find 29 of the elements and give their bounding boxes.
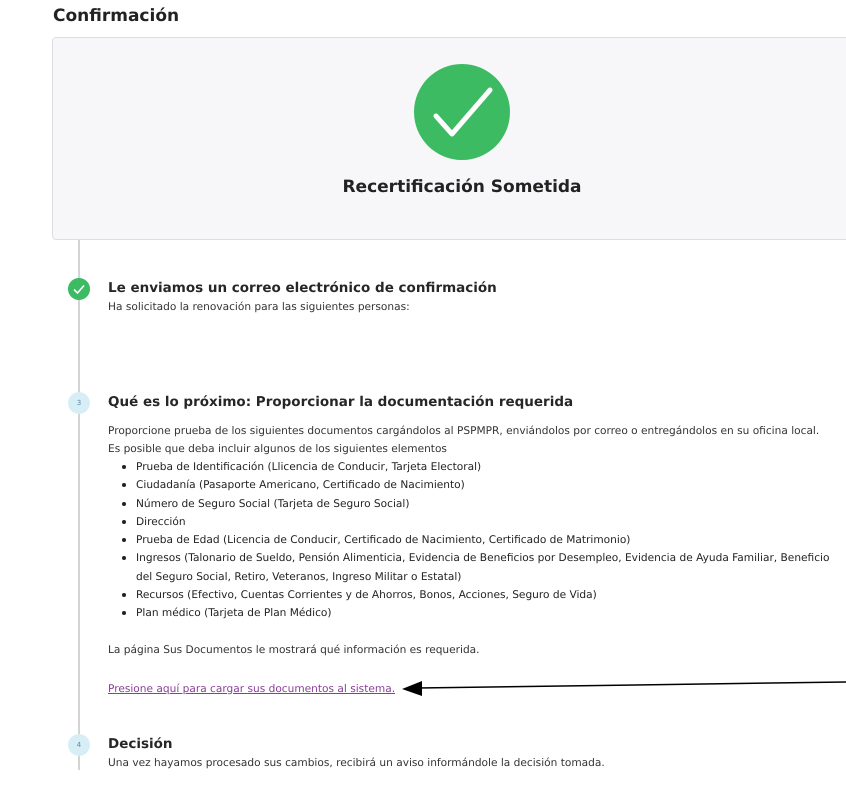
document-item: Recursos (Efectivo, Cuentas Corrientes y de Ahorros, Bonos, Acciones, Seguro de Vida) bbox=[136, 588, 597, 604]
page-title: Confirmación bbox=[53, 6, 180, 26]
bullet-icon bbox=[122, 502, 126, 506]
step-description: Proporcione prueba de los siguientes documentos cargándolos al PSPMPR, enviándolos por correo o entregándolos en su oficina local. bbox=[108, 424, 820, 439]
step-note: La página Sus Documentos le mostrará qué información es requerida. bbox=[108, 642, 481, 658]
document-item: Ingresos (Talonario de Sueldo, Pensión Alimenticia, Evidencia de Beneficios por Desempleo, Evidencia de Ayuda Familiar, Beneficio del Seguro Social, Retiro, Veteranos, Ingreso Militar o Estatal) bbox=[136, 551, 830, 585]
step-description: Ha solicitado la renovación para las siguientes personas: bbox=[108, 300, 411, 315]
bullet-icon bbox=[122, 538, 126, 542]
step-title: Decisión bbox=[108, 736, 174, 752]
step-check-icon bbox=[68, 278, 90, 300]
bullet-icon bbox=[122, 611, 126, 616]
bullet-icon bbox=[122, 593, 126, 598]
upload-link[interactable]: Presione aquí para cargar sus documentos al sistema. bbox=[108, 682, 396, 695]
bullet-icon bbox=[122, 483, 126, 488]
bullet-icon bbox=[122, 465, 126, 469]
document-item: Dirección bbox=[136, 514, 186, 530]
bullet-icon bbox=[122, 556, 126, 560]
document-item: Ciudadanía (Pasaporte Americano, Certificado de Nacimiento) bbox=[136, 478, 465, 494]
step-title: Le enviamos un correo electrónico de confirmación bbox=[108, 280, 498, 296]
bullet-icon bbox=[122, 520, 126, 524]
success-check-icon bbox=[414, 64, 510, 160]
document-item: Prueba de Identificación (Llicencia de Conducir, Tarjeta Electoral) bbox=[136, 460, 482, 475]
document-item: Número de Seguro Social (Tarjeta de Seguro Social) bbox=[136, 496, 410, 512]
step-title: Qué es lo próximo: Proporcionar la documentación requerida bbox=[108, 394, 574, 410]
step-description: Una vez hayamos procesado sus cambios, recibirá un aviso informándole la decisión tomada. bbox=[108, 756, 606, 771]
document-item: Prueba de Edad (Licencia de Conducir, Certificado de Nacimiento, Certificado de Matrimonio) bbox=[136, 533, 630, 548]
step-description: Es posible que deba incluir algunos de los siguientes elementos bbox=[108, 442, 448, 457]
card-title: Recertificación Sometida bbox=[342, 177, 582, 197]
document-item: Plan médico (Tarjeta de Plan Médico) bbox=[136, 606, 332, 622]
